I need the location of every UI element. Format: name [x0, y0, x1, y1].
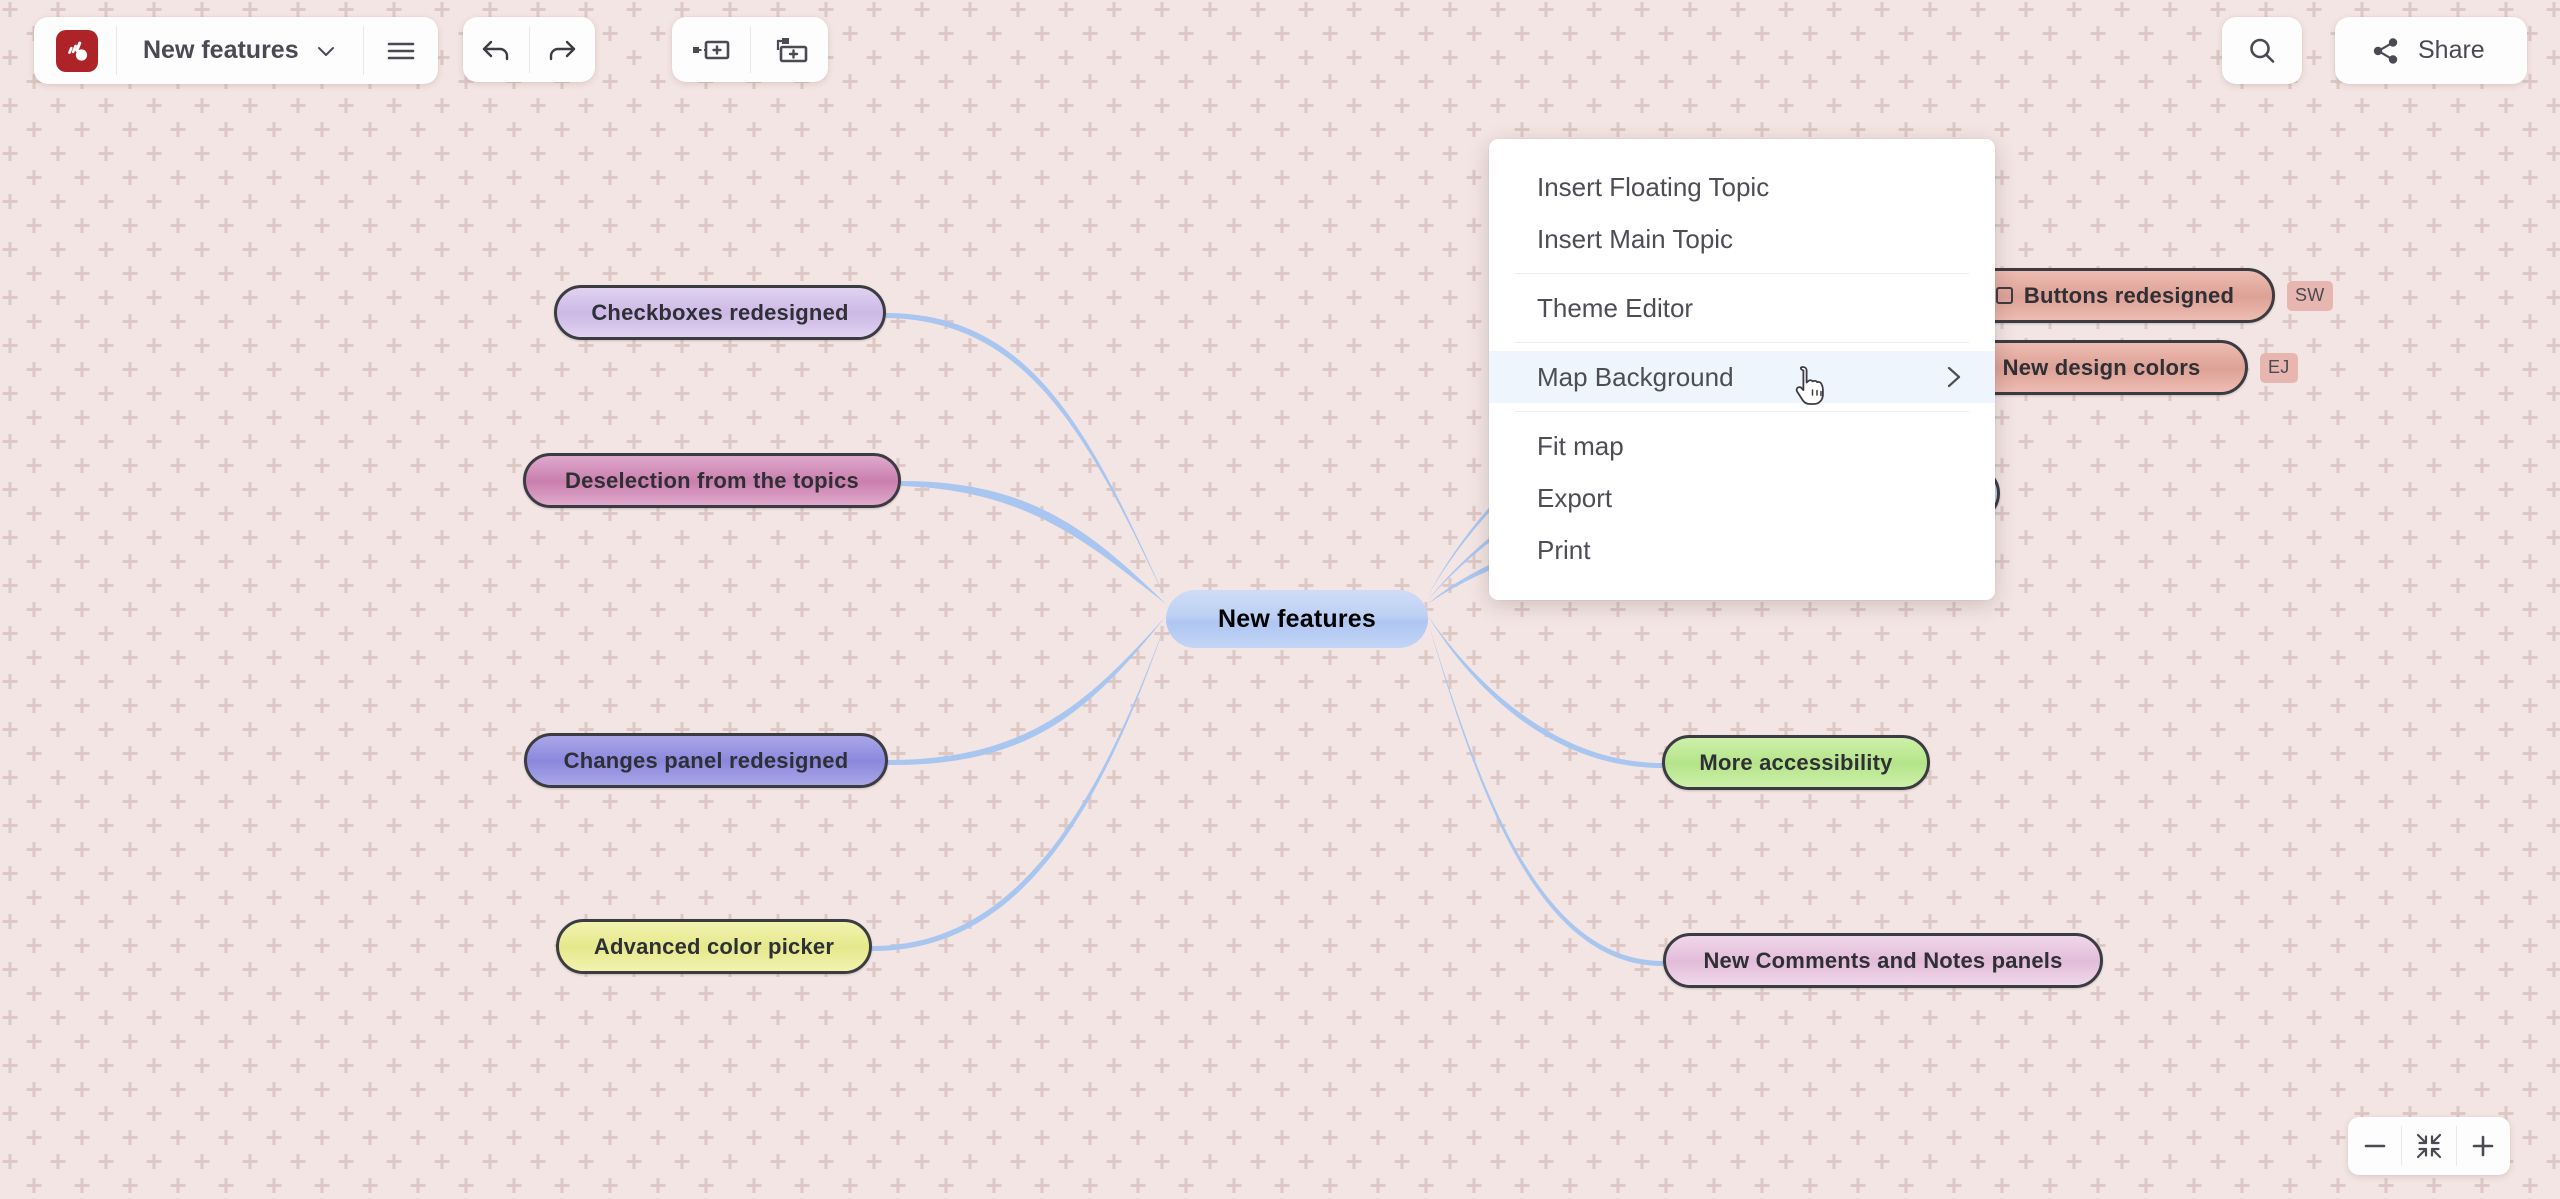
hamburger-menu-icon	[386, 40, 416, 62]
node-checkbox[interactable]	[1996, 287, 2013, 304]
node-label: New Comments and Notes panels	[1703, 948, 2062, 974]
document-title: New features	[143, 36, 299, 65]
minus-icon	[2362, 1133, 2388, 1159]
mindmap-node[interactable]: Advanced color picker	[556, 919, 872, 974]
insert-subtopic-icon	[691, 38, 731, 62]
context-menu-item-label: Insert Main Topic	[1537, 224, 1733, 255]
context-menu-item-label: Print	[1537, 535, 1590, 566]
context-menu-item[interactable]: Insert Main Topic	[1489, 213, 1995, 265]
mindmap-root-node[interactable]: New features	[1166, 590, 1428, 648]
document-toolbar: New features	[34, 17, 438, 84]
node-assignee-badge[interactable]: EJ	[2260, 353, 2298, 383]
history-toolbar	[463, 17, 595, 82]
node-label: New features	[1218, 605, 1376, 634]
redo-button[interactable]	[530, 17, 596, 82]
context-menu-item[interactable]: Export	[1489, 472, 1995, 524]
node-label: New design colors	[2003, 355, 2201, 381]
context-menu-separator	[1515, 411, 1969, 412]
plus-icon	[2470, 1133, 2496, 1159]
mindmap-node[interactable]: Deselection from the topics	[523, 453, 901, 508]
search-icon	[2246, 35, 2278, 67]
node-label: Changes panel redesigned	[564, 748, 849, 774]
context-menu-item-label: Export	[1537, 483, 1612, 514]
context-menu-item[interactable]: Theme Editor	[1489, 282, 1995, 334]
context-menu-item[interactable]: Map Background	[1489, 351, 1995, 403]
fit-to-screen-button[interactable]	[2402, 1117, 2455, 1175]
undo-button[interactable]	[463, 17, 529, 82]
mindmap-node[interactable]: Checkboxes redesigned	[554, 285, 886, 340]
insert-toolbar	[672, 17, 828, 82]
share-button[interactable]: Share	[2335, 17, 2527, 84]
insert-subtopic-button[interactable]	[672, 17, 750, 82]
zoom-in-button[interactable]	[2457, 1117, 2510, 1175]
share-label: Share	[2418, 36, 2485, 65]
fit-to-screen-icon	[2415, 1132, 2443, 1160]
node-label: Deselection from the topics	[565, 468, 859, 494]
node-assignee-badge[interactable]: SW	[2287, 281, 2333, 311]
app-logo-icon[interactable]	[56, 30, 98, 72]
undo-arrow-icon	[480, 36, 512, 64]
zoom-controls	[2348, 1117, 2510, 1175]
share-icon	[2371, 36, 2401, 66]
mindmap-node[interactable]: Changes panel redesigned	[524, 733, 888, 788]
node-label: Buttons redesigned	[2024, 283, 2234, 309]
context-menu-item-label: Insert Floating Topic	[1537, 172, 1769, 203]
context-menu-item[interactable]: Print	[1489, 524, 1995, 576]
search-button[interactable]	[2222, 17, 2302, 84]
mindmap-node[interactable]: More accessibility	[1662, 735, 1930, 790]
context-menu-item-label: Theme Editor	[1537, 293, 1693, 324]
chevron-right-icon	[1943, 364, 1965, 390]
insert-sibling-topic-button[interactable]	[751, 17, 829, 82]
zoom-out-button[interactable]	[2348, 1117, 2401, 1175]
node-label: Checkboxes redesigned	[591, 300, 848, 326]
node-label: Advanced color picker	[594, 934, 834, 960]
context-menu-item-label: Map Background	[1537, 362, 1734, 393]
hamburger-menu-button[interactable]	[364, 17, 438, 84]
chevron-down-icon	[315, 40, 337, 62]
context-menu-separator	[1515, 342, 1969, 343]
context-menu-item[interactable]: Insert Floating Topic	[1489, 161, 1995, 213]
node-label: More accessibility	[1699, 750, 1892, 776]
context-menu: Insert Floating Topic Insert Main Topic Th…	[1489, 139, 1995, 600]
mindmap-canvas[interactable]: Checkboxes redesigned Deselection from th…	[0, 0, 2560, 1199]
mindmap-node[interactable]: Buttons redesigned	[1955, 268, 2275, 323]
context-menu-item[interactable]: Fit map	[1489, 420, 1995, 472]
context-menu-item-label: Fit map	[1537, 431, 1624, 462]
redo-arrow-icon	[546, 36, 578, 64]
mindmap-node[interactable]: New Comments and Notes panels	[1663, 933, 2103, 988]
document-title-dropdown[interactable]: New features	[117, 36, 363, 65]
mindmap-node[interactable]: New design colors	[1955, 340, 2248, 395]
context-menu-separator	[1515, 273, 1969, 274]
insert-sibling-topic-icon	[769, 36, 809, 64]
